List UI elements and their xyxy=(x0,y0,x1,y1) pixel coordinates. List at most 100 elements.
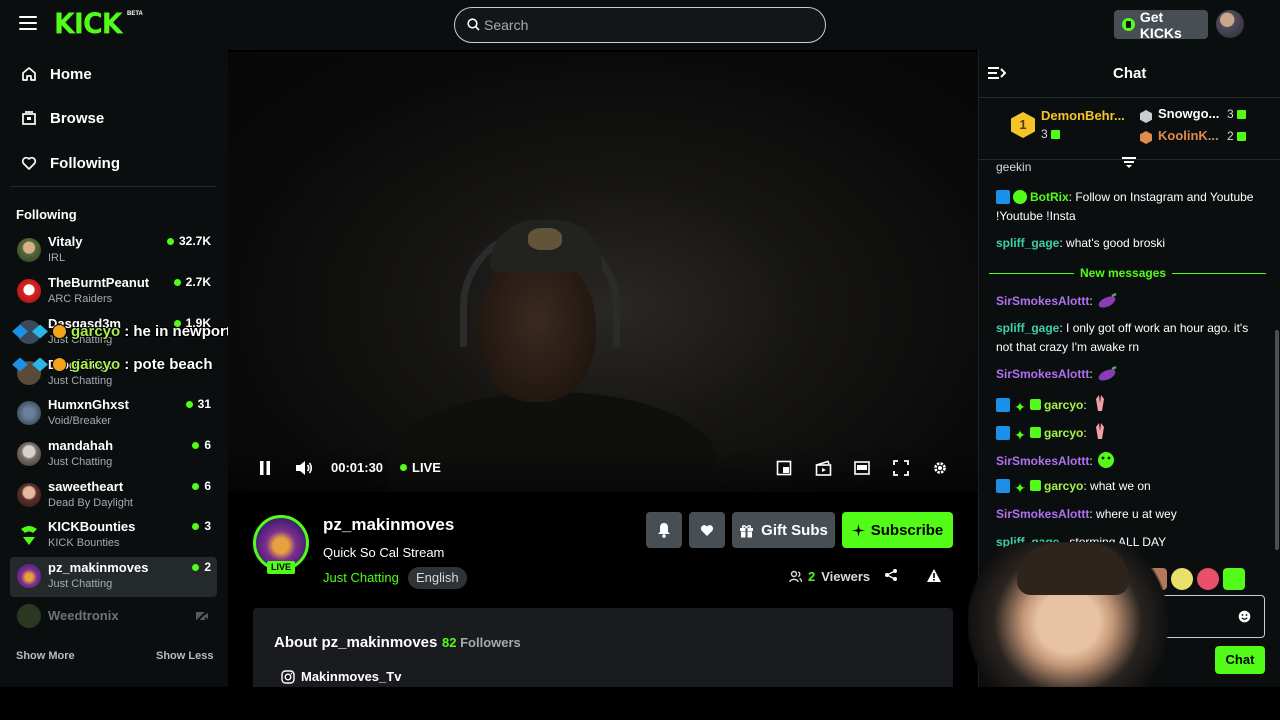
live-dot-icon xyxy=(192,441,200,449)
gift-subs-button[interactable]: Gift Subs xyxy=(732,512,835,548)
sidebar-channel[interactable]: Vitaly IRL 32.7K xyxy=(10,231,217,271)
gift-leaderboard: 1 DemonBehr... 3 Snowgo... 3 KoolinK... … xyxy=(979,98,1280,160)
share-icon[interactable] xyxy=(884,568,898,587)
nav-home[interactable]: Home xyxy=(20,62,92,86)
live-badge: LIVE xyxy=(267,561,295,574)
nav-home-label: Home xyxy=(50,65,92,83)
gift-icon xyxy=(740,524,754,538)
subscribe-button[interactable]: Subscribe xyxy=(842,512,953,548)
badge-icon xyxy=(996,479,1010,493)
collapse-chat-icon[interactable] xyxy=(988,66,1007,85)
sidebar-channel[interactable]: mandahah Just Chatting 6 xyxy=(10,435,217,475)
follow-button[interactable] xyxy=(689,512,725,548)
chat-message: SirSmokesAlottt: xyxy=(996,449,1266,471)
nav-browse[interactable]: Browse xyxy=(20,106,104,130)
gift-badge-icon xyxy=(1030,399,1041,410)
channel-category: KICK Bounties xyxy=(48,537,120,549)
leader-name[interactable]: Snowgo... xyxy=(1158,106,1219,121)
report-warning-icon[interactable] xyxy=(926,568,942,588)
search-input[interactable] xyxy=(484,15,804,35)
verified-icon xyxy=(1013,190,1027,204)
eggplant-emote-icon xyxy=(1098,293,1117,308)
followers-count: 82 Followers xyxy=(442,635,521,650)
emoji-picker-icon[interactable] xyxy=(1238,610,1251,623)
chat-message: SirSmokesAlottt: xyxy=(996,292,1266,311)
playback-time: 00:01:30 xyxy=(331,460,384,475)
leader-count: 3 xyxy=(1041,127,1060,141)
emote-icon[interactable] xyxy=(1197,568,1219,590)
channel-category: ARC Raiders xyxy=(48,293,113,305)
sidebar-channel[interactable]: saweetheart Dead By Daylight 6 xyxy=(10,476,217,516)
chat-message: SirSmokesAlottt: where u at wey xyxy=(996,507,1177,521)
streamer-face xyxy=(478,252,596,402)
avatar xyxy=(17,604,41,628)
new-messages-label[interactable]: New messages xyxy=(1074,264,1173,283)
viewer-label: Viewers xyxy=(821,569,871,584)
send-chat-button[interactable]: Chat xyxy=(1215,646,1265,674)
sidebar-channel[interactable]: TheBurntPeanut ARC Raiders 2.7K xyxy=(10,272,217,312)
badge-icon xyxy=(32,357,48,372)
channel-category: Just Chatting xyxy=(48,578,113,590)
show-more-link[interactable]: Show More xyxy=(16,650,75,662)
instagram-link[interactable]: Makinmoves_Tv xyxy=(281,669,401,684)
live-dot-icon xyxy=(400,464,407,471)
chat-message: BotRix: Follow on Instagram and Youtube … xyxy=(996,190,1254,223)
sidebar-channel[interactable]: KICKBounties KICK Bounties 3 xyxy=(10,516,217,556)
clip-icon[interactable] xyxy=(812,457,834,479)
theater-mode-icon[interactable] xyxy=(851,457,873,479)
kick-logo[interactable]: KICK xyxy=(54,8,123,41)
language-tag[interactable]: English xyxy=(408,567,467,589)
channel-category: Just Chatting xyxy=(48,456,113,468)
user-avatar[interactable] xyxy=(1216,10,1244,38)
emote-icon[interactable] xyxy=(1223,568,1245,590)
facecam-hair xyxy=(1017,543,1129,595)
leader-name[interactable]: KoolinK... xyxy=(1158,128,1219,143)
mini-player-icon[interactable] xyxy=(773,457,795,479)
chat-message: spliff_gage: what's good broski xyxy=(996,236,1166,250)
viewer-number: 2 xyxy=(808,569,816,584)
badge-icon xyxy=(996,190,1010,204)
coin-icon xyxy=(52,357,67,372)
emote-icon[interactable] xyxy=(1171,568,1193,590)
viewer-count: 3 xyxy=(192,519,211,533)
leader-name[interactable]: DemonBehr... xyxy=(1041,108,1125,123)
fullscreen-icon[interactable] xyxy=(890,457,912,479)
channel-name: Weedtronix xyxy=(48,608,119,623)
settings-gear-icon[interactable] xyxy=(929,457,951,479)
show-less-link[interactable]: Show Less xyxy=(156,650,213,662)
pause-icon[interactable] xyxy=(254,457,276,479)
stream-alert-line: garcyo : pote beach xyxy=(12,356,213,373)
badge-icon xyxy=(996,426,1010,440)
sidebar-channel-offline[interactable]: Weedtronix xyxy=(10,597,217,637)
notification-button[interactable] xyxy=(646,512,682,548)
kick-coin-icon xyxy=(1122,18,1135,31)
search-box[interactable] xyxy=(454,7,826,43)
praying-hands-emote-icon xyxy=(1096,395,1105,411)
rank-2-badge-icon xyxy=(1140,110,1152,123)
viewer-count: 6 xyxy=(192,438,211,452)
channel-category: Just Chatting xyxy=(48,375,113,387)
video-player[interactable]: 00:01:30 LIVE xyxy=(228,52,978,492)
get-kicks-label: Get KICKs xyxy=(1139,8,1182,41)
sidebar-channel[interactable]: HumxnGhxst Void/Breaker 31 xyxy=(10,394,217,434)
chat-scrollbar[interactable] xyxy=(1275,330,1279,550)
live-indicator: LIVE xyxy=(400,460,441,475)
heart-icon xyxy=(20,154,38,172)
kickbounties-logo-icon xyxy=(21,526,37,545)
channel-title-name[interactable]: pz_makinmoves xyxy=(323,515,454,535)
chat-message-partial: geekin xyxy=(996,162,1032,174)
badge-icon xyxy=(32,324,48,339)
stream-category-link[interactable]: Just Chatting xyxy=(323,570,399,585)
chat-message: ✦ garcyo: what we on xyxy=(996,477,1266,496)
browse-icon xyxy=(20,109,38,127)
volume-icon[interactable] xyxy=(293,457,315,479)
sidebar-channel-active[interactable]: pz_makinmoves Just Chatting 2 xyxy=(10,557,217,597)
gift-badge-icon xyxy=(1030,427,1041,438)
eggplant-emote-icon xyxy=(1098,366,1117,381)
nav-following[interactable]: Following xyxy=(20,151,120,175)
get-kicks-button[interactable]: Get KICKs xyxy=(1114,8,1208,41)
badge-icon xyxy=(12,357,28,372)
home-icon xyxy=(20,65,38,83)
avatar xyxy=(17,483,41,507)
menu-icon[interactable] xyxy=(19,16,37,32)
